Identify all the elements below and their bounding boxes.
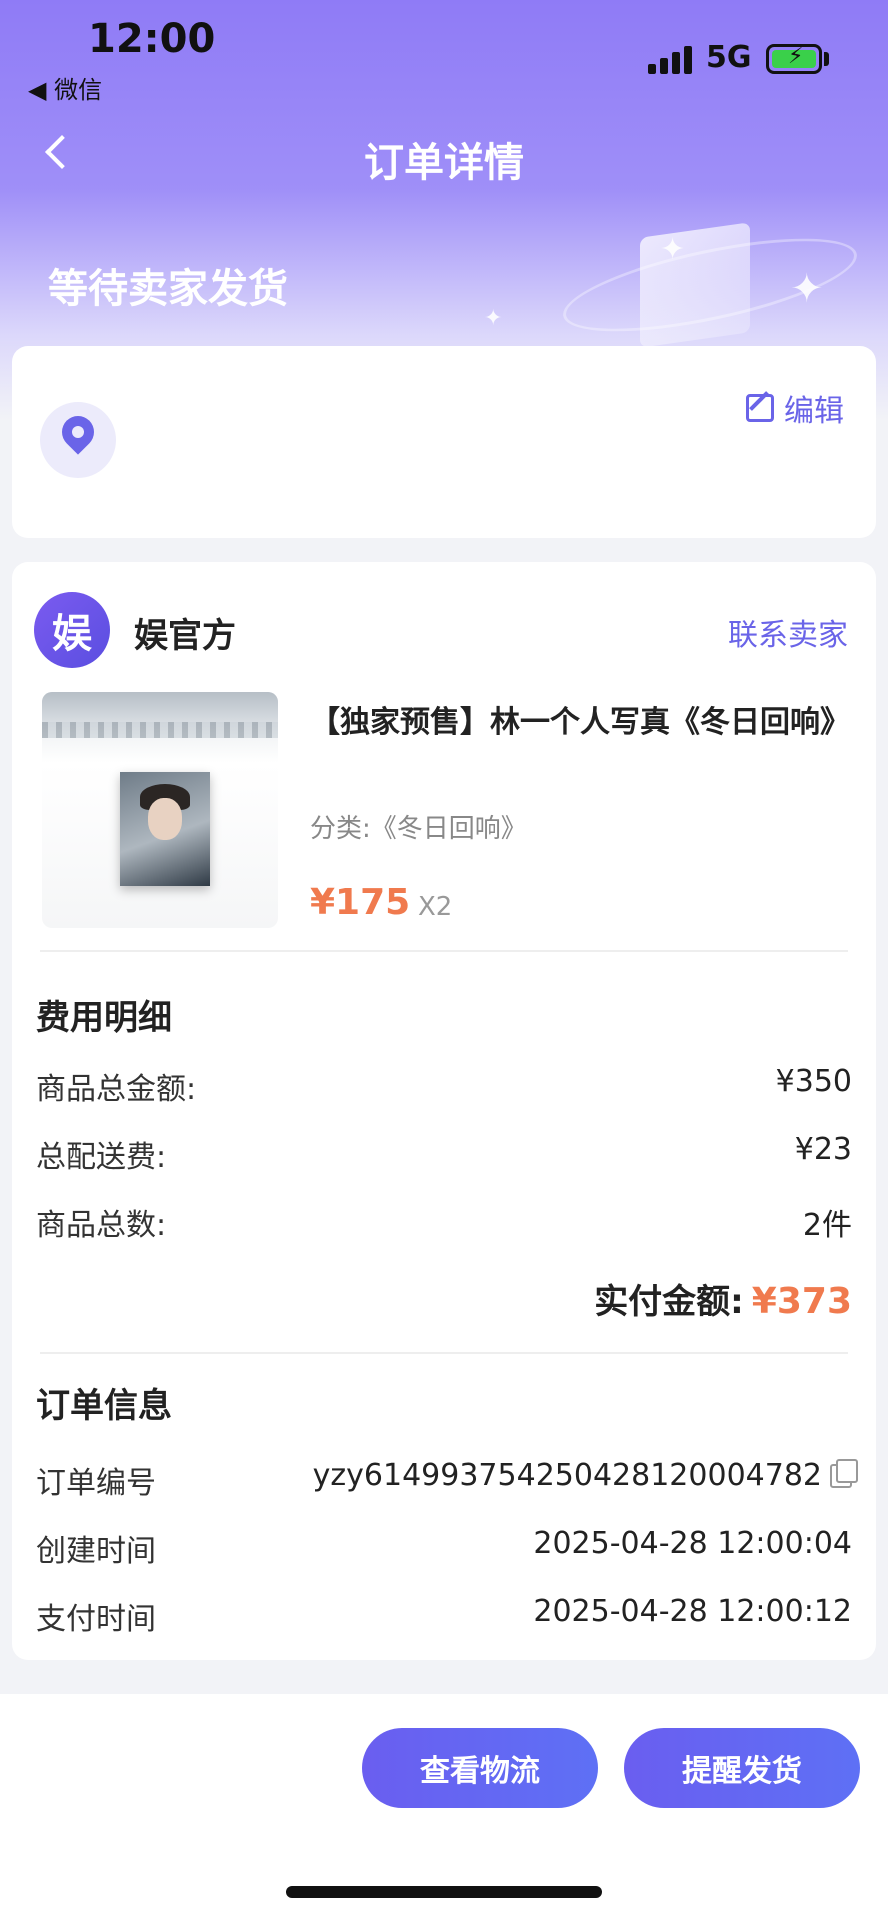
edit-icon [746,394,774,422]
view-logistics-button[interactable]: 查看物流 [362,1728,598,1808]
product-price: ¥175 [310,882,411,923]
product-thumbnail[interactable] [42,692,278,928]
sparkle-icon: ✦ [484,306,503,331]
created-time-label: 创建时间 [36,1534,156,1569]
paid-time-label: 支付时间 [36,1602,156,1637]
order-number-label: 订单编号 [36,1466,156,1501]
product-quantity: X2 [418,892,453,922]
fee-row-value: ¥23 [794,1132,852,1167]
bottom-action-bar: 查看物流 提醒发货 [0,1694,888,1920]
fee-row-label: 总配送费: [36,1140,167,1175]
divider [40,1352,848,1354]
sparkle-icon: ✦ [790,266,824,312]
copy-icon[interactable] [830,1458,858,1488]
edit-label: 编辑 [784,394,844,429]
order-number[interactable]: yzy61499375425042812000478​2 [312,1458,858,1493]
edit-address-button[interactable]: 编辑 [746,386,844,430]
fee-row-value: ¥350 [775,1064,852,1099]
divider [40,950,848,952]
order-info-title: 订单信息 [36,1386,172,1426]
fee-row-label: 商品总金额: [36,1072,197,1107]
signal-icon [648,46,692,74]
shop-logo[interactable]: 娱 [34,592,110,668]
total-paid-label: 实付金额: [594,1282,744,1322]
product-category: 分类:《冬日回响》 [310,814,527,844]
contact-seller-button[interactable]: 联系卖家 [728,610,848,654]
page-title: 订单详情 [364,140,524,186]
paid-time-value: 2025-04-28 12:00:12 [533,1594,852,1629]
fee-section-title: 费用明细 [36,998,172,1038]
battery-icon: ⚡ [766,44,822,74]
home-indicator[interactable] [286,1886,602,1898]
fee-row-label: 商品总数: [36,1208,167,1243]
fee-row-value: 2件 [802,1208,852,1243]
location-icon [40,402,116,478]
back-to-app-link[interactable]: ◀ 微信 [28,70,102,105]
product-title[interactable]: 【独家预售】林一个人写真《冬日回响》 [310,702,850,744]
remind-shipping-button[interactable]: 提醒发货 [624,1728,860,1808]
status-time: 12:00 [88,16,216,62]
battery-cap [824,52,829,66]
status-bar: 12:00 ◀ 微信 5G ⚡ [0,0,888,104]
total-paid: 实付金额: ¥373 [594,1274,852,1323]
sparkle-icon: ✦ [660,232,686,267]
order-status-text: 等待卖家发货 [48,266,288,312]
order-number-value: yzy61499375425042812000478​2 [312,1458,822,1493]
address-card[interactable]: 编辑 [12,346,876,538]
total-paid-value: ¥373 [751,1281,852,1322]
shop-name[interactable]: 娱官方 [134,608,236,657]
created-time-value: 2025-04-28 12:00:04 [533,1526,852,1561]
network-type: 5G [706,40,752,75]
order-card: 娱 娱官方 联系卖家 【独家预售】林一个人写真《冬日回响》 分类:《冬日回响》 … [12,562,876,1660]
